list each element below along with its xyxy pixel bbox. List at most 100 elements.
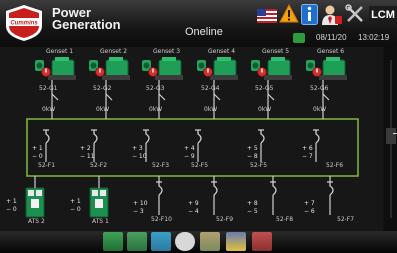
feeder-breaker-label: 52-F10 [151, 216, 172, 223]
breaker-open-mark [261, 68, 263, 73]
genset-disconnect [267, 93, 275, 101]
genset-power: 0kW [258, 106, 272, 113]
feeder-breaker-label: 52-F8 [276, 216, 294, 223]
ats-normal-indicator [28, 190, 34, 196]
settings-button[interactable] [175, 232, 195, 251]
genset-breaker-label: 52-G3 [146, 85, 165, 92]
counter-plus: + 5 [247, 145, 258, 152]
ats-switch-icon [95, 199, 103, 208]
genset-name: Genset 5 [262, 48, 290, 55]
feeder-breaker-label: 52-F9 [216, 216, 234, 223]
counter-minus: − 4 [188, 208, 199, 215]
genset-disconnect [322, 93, 330, 101]
lcm-button[interactable]: LCM [369, 6, 397, 24]
genset-fan-hub [252, 62, 259, 69]
counter-minus: − 6 [304, 208, 315, 215]
user-icon[interactable] [321, 4, 343, 26]
genset-view-button[interactable] [127, 232, 147, 251]
ats-emergency-indicator [100, 190, 106, 196]
genset-name: Genset 1 [46, 48, 74, 55]
warning-icon[interactable] [279, 3, 299, 26]
feeder-breaker-icon [313, 129, 320, 144]
feeder-breaker-icon [91, 129, 98, 144]
oneline-view-button[interactable] [103, 232, 123, 251]
printer-icon[interactable] [293, 33, 305, 43]
logo-text: Cummins [10, 21, 38, 27]
counter-minus: − 9 [184, 153, 195, 160]
genset-power: 0kW [149, 106, 163, 113]
genset-breaker-label: 52-G1 [39, 85, 58, 92]
info-icon[interactable] [301, 4, 318, 25]
feeder-breaker-label: 52-F1 [38, 162, 56, 169]
genset-base [102, 75, 130, 80]
genset-breaker-label: 52-G2 [93, 85, 112, 92]
feeder-breaker-icon [327, 181, 334, 196]
genset-engine-icon [322, 59, 346, 77]
feeder-breaker-icon [156, 181, 163, 196]
feeder-breaker-icon [211, 181, 218, 196]
counter-minus: − 0 [6, 206, 17, 213]
genset-engine-top [55, 57, 69, 61]
genset-breaker-label: 52-G4 [201, 85, 220, 92]
feeder-breaker-label: 52-F7 [337, 216, 355, 223]
feeder-breaker-icon [258, 129, 265, 144]
breaker-open-mark [45, 68, 47, 73]
breaker-open-mark [99, 68, 101, 73]
ats-emergency-indicator [36, 190, 42, 196]
scrollbar-thumb[interactable] [386, 128, 396, 144]
genset-engine-top [326, 57, 340, 61]
counter-minus: − 5 [247, 208, 258, 215]
counter-plus: + 1 [70, 198, 81, 205]
feeder-breaker-label: 52-F2 [90, 162, 108, 169]
counter-plus: + 1 [32, 145, 43, 152]
page-title: Oneline [185, 26, 223, 38]
genset-engine-icon [158, 59, 182, 77]
tools-icon[interactable] [345, 4, 365, 26]
time-display: 13:02:19 [358, 33, 390, 42]
genset-engine-top [271, 57, 285, 61]
genset-name: Genset 2 [100, 48, 128, 55]
feeder-breaker-icon [195, 129, 202, 144]
counter-minus: − 11 [80, 153, 95, 160]
genset-breaker-label: 52-G5 [255, 85, 274, 92]
feeder-breaker-label: 52-F6 [326, 162, 344, 169]
counter-plus: + 7 [304, 200, 315, 207]
counter-minus: − 10 [132, 153, 147, 160]
ats-label: ATS 1 [92, 218, 109, 225]
genset-fan-hub [307, 62, 314, 69]
ats-label: ATS 2 [28, 218, 45, 225]
documents-button[interactable] [252, 232, 272, 251]
genset-fan-hub [90, 62, 97, 69]
genset-engine-top [162, 57, 176, 61]
genset-power: 0kW [42, 106, 56, 113]
genset-base [264, 75, 292, 80]
cummins-logo: Cummins [4, 4, 44, 42]
genset-name: Genset 6 [317, 48, 345, 55]
genset-power: 0kW [96, 106, 110, 113]
breaker-open-mark [152, 68, 154, 73]
counter-plus: + 1 [6, 198, 17, 205]
counter-minus: − 0 [70, 206, 81, 213]
breaker-open-mark [316, 68, 318, 73]
panel-view-button[interactable] [151, 232, 171, 251]
genset-engine-top [217, 57, 231, 61]
bottom-toolbar [0, 231, 397, 253]
genset-disconnect [51, 93, 59, 101]
counter-plus: + 6 [302, 145, 313, 152]
us-flag-icon[interactable] [257, 8, 277, 23]
genset-name: Genset 4 [208, 48, 236, 55]
counter-minus: − 7 [302, 153, 313, 160]
genset-disconnect [158, 93, 166, 101]
genset-engine-icon [105, 59, 129, 77]
genset-engine-icon [213, 59, 237, 77]
network-button[interactable] [226, 232, 246, 251]
counter-plus: + 8 [247, 200, 258, 207]
genset-fan-hub [198, 62, 205, 69]
brand-line-2: Generation [52, 17, 121, 32]
genset-base [155, 75, 183, 80]
genset-disconnect [213, 93, 221, 101]
map-view-button[interactable] [200, 232, 220, 251]
feeder-breaker-icon [270, 181, 277, 196]
date-display: 08/11/20 [316, 33, 347, 42]
scroll-marker [393, 133, 397, 134]
